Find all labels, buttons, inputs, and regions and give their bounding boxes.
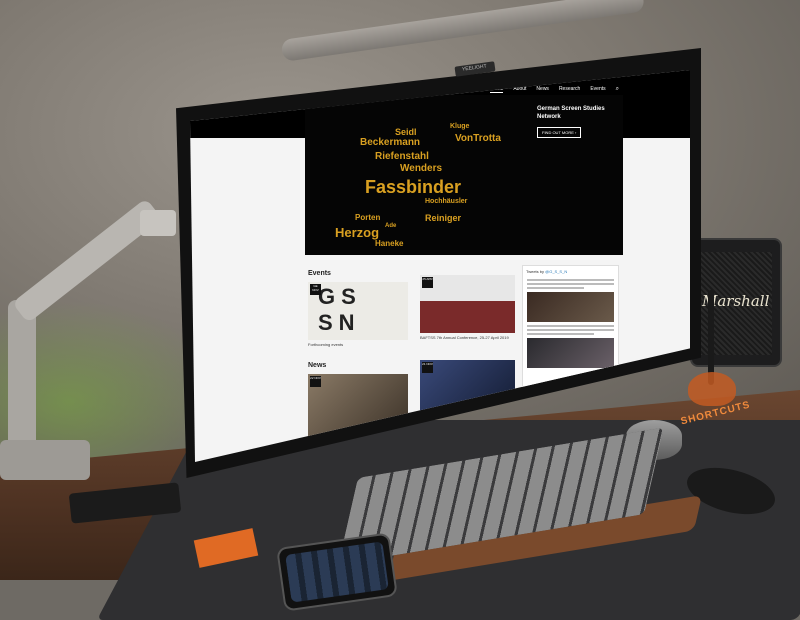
- tweets-label: Tweets by: [526, 269, 545, 274]
- tweet-image[interactable]: [527, 292, 614, 322]
- word-cloud-term: Ade: [385, 223, 397, 229]
- word-cloud-term: Reiniger: [425, 213, 462, 223]
- event-caption-2[interactable]: BAFTSS 7th Annual Conference, 25-27 Apri…: [420, 335, 509, 340]
- events-heading: Events: [308, 270, 331, 277]
- word-cloud-term: Fassbinder: [365, 177, 462, 197]
- word-cloud-term: Beckermann: [360, 137, 421, 148]
- word-cloud-term: Seidl: [395, 127, 417, 137]
- event-thumb-1[interactable]: GS SN: [308, 282, 408, 340]
- word-cloud-term: Hochhäusler: [425, 198, 468, 205]
- hero-panel: German Screen Studies Network FIND OUT M…: [537, 105, 622, 139]
- word-cloud-term: Porten: [355, 213, 381, 222]
- find-out-more-button[interactable]: FIND OUT MORE ›: [537, 127, 582, 138]
- tweet-text-line: [527, 287, 584, 289]
- news-date-badge-2: 21 NOV: [422, 362, 433, 373]
- event-date-badge-1: GE NOV: [310, 284, 321, 295]
- nav-events[interactable]: Events: [590, 86, 605, 93]
- nav-news[interactable]: News: [536, 86, 549, 93]
- event-date-badge-2: 25 APR: [422, 277, 433, 288]
- word-cloud-term: VonTrotta: [455, 133, 501, 144]
- event-thumb-2[interactable]: [420, 275, 515, 333]
- word-cloud-term: Riefenstahl: [375, 151, 429, 162]
- phone-screen: [285, 541, 389, 603]
- monitor-arm-joint: [140, 210, 176, 236]
- monitor-arm-pole: [8, 300, 36, 460]
- event-caption-1[interactable]: Forthcoming events: [308, 342, 343, 347]
- tweet-text-line: [527, 283, 614, 285]
- word-cloud-term: Haneke: [375, 239, 404, 248]
- pen: [708, 290, 714, 385]
- news-heading: News: [308, 362, 327, 369]
- monitor-arm-base: [0, 440, 90, 480]
- nav-research[interactable]: Research: [559, 86, 580, 93]
- word-cloud-term: Herzog: [335, 225, 380, 240]
- hero-banner: Fassbinder Herzog Beckermann VonTrotta Riefe…: [305, 95, 623, 255]
- tweets-handle[interactable]: @G_S_S_N: [545, 269, 567, 274]
- news-date-badge-1: 22 NOV: [310, 376, 321, 387]
- pen-holder: [688, 372, 736, 406]
- tweet-image[interactable]: [527, 338, 614, 368]
- hero-title: German Screen Studies Network: [537, 106, 605, 120]
- word-cloud-term: Kluge: [450, 123, 470, 130]
- tweet-text-line: [527, 333, 594, 335]
- word-cloud-term: Wenders: [400, 163, 443, 174]
- tweet-text-line: [527, 329, 614, 331]
- twitter-feed-header: Tweets by @G_S_S_N: [523, 266, 618, 277]
- tweet-text-line: [527, 325, 614, 327]
- speaker: Marshall: [690, 238, 782, 367]
- search-icon[interactable]: ⌕: [616, 86, 619, 93]
- tweet-text-line: [527, 279, 614, 281]
